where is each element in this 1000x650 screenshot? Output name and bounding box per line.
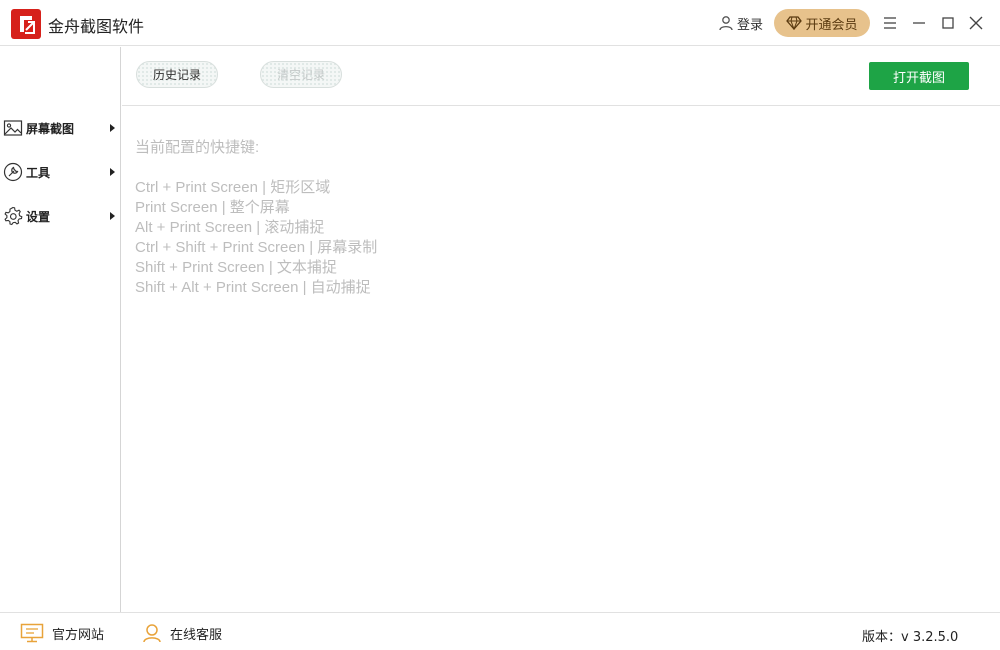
shortcut-item: Ctrl + Shift + Print Screen | 屏幕录制 [135, 239, 378, 256]
monitor-icon [20, 623, 44, 643]
title-bar: 金舟截图软件 登录 开通会员 [0, 0, 1000, 46]
caret-right-icon [110, 168, 115, 176]
minimize-icon [913, 22, 925, 24]
clear-history-button[interactable]: 清空记录 [260, 61, 342, 88]
history-button[interactable]: 历史记录 [136, 61, 218, 88]
sidebar: 屏幕截图 工具 设置 [0, 47, 121, 612]
vip-button[interactable]: 开通会员 [774, 9, 870, 37]
shortcut-heading: 当前配置的快捷键: [135, 139, 260, 156]
toolbar: 历史记录 清空记录 打开截图 [122, 47, 1000, 106]
app-title: 金舟截图软件 [48, 17, 145, 36]
sidebar-item-label: 设置 [26, 210, 51, 224]
menu-button[interactable] [881, 14, 899, 32]
close-button[interactable] [967, 14, 985, 32]
online-support-label: 在线客服 [170, 627, 223, 643]
official-website-link[interactable]: 官方网站 [20, 623, 104, 643]
sidebar-item-settings[interactable]: 设置 [0, 201, 120, 231]
customer-service-icon [143, 624, 161, 643]
shortcut-item: Ctrl + Print Screen | 矩形区域 [135, 179, 331, 196]
caret-right-icon [110, 212, 115, 220]
caret-right-icon [110, 124, 115, 132]
official-website-label: 官方网站 [52, 627, 105, 643]
sidebar-item-tools[interactable]: 工具 [0, 157, 120, 187]
minimize-button[interactable] [910, 14, 928, 32]
close-icon [969, 16, 983, 30]
footer: 官方网站 在线客服 版本：v 3.2.5.0 [0, 612, 1000, 650]
shortcut-panel: 当前配置的快捷键: Ctrl + Print Screen | 矩形区域 Pri… [135, 138, 735, 298]
sidebar-item-label: 工具 [26, 166, 51, 180]
shortcut-item: Print Screen | 整个屏幕 [135, 199, 290, 216]
open-screenshot-button[interactable]: 打开截图 [869, 62, 969, 90]
online-support-link[interactable]: 在线客服 [142, 623, 222, 643]
diamond-icon [786, 16, 803, 30]
version-label: 版本：v 3.2.5.0 [862, 630, 959, 645]
shortcut-item: Alt + Print Screen | 滚动捕捉 [135, 219, 325, 236]
menu-icon [884, 17, 896, 29]
shortcut-list: Ctrl + Print Screen | 矩形区域 Print Screen … [135, 178, 735, 298]
maximize-icon [942, 17, 954, 29]
user-icon [719, 16, 733, 31]
app-logo-icon [11, 9, 41, 39]
gear-icon [4, 206, 23, 226]
vip-label: 开通会员 [805, 17, 858, 33]
shortcut-item: Shift + Alt + Print Screen | 自动捕捉 [135, 279, 371, 296]
sidebar-item-screenshot[interactable]: 屏幕截图 [0, 113, 120, 143]
maximize-button[interactable] [939, 14, 957, 32]
sidebar-item-label: 屏幕截图 [26, 122, 75, 136]
login-button[interactable]: 登录 [718, 13, 763, 33]
shortcut-item: Shift + Print Screen | 文本捕捉 [135, 259, 337, 276]
image-icon [3, 120, 23, 136]
wrench-icon [3, 162, 23, 182]
login-label: 登录 [737, 17, 764, 33]
